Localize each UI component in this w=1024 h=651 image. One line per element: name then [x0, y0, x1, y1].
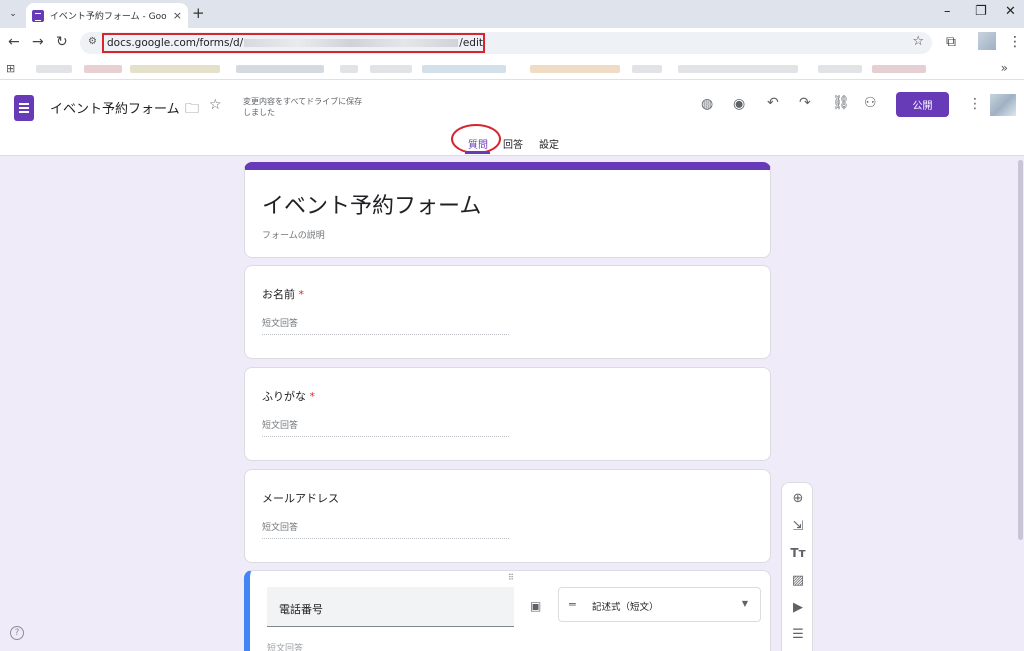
add-collaborator-icon[interactable]: ⚇ [864, 95, 877, 111]
apps-grid-icon[interactable]: ⊞ [6, 62, 15, 75]
document-title[interactable]: イベント予約フォーム [50, 98, 180, 117]
account-avatar[interactable] [990, 94, 1016, 116]
question-label: ふりがな * [262, 388, 315, 404]
tab-title: イベント予約フォーム - Google フォ [49, 12, 167, 22]
bookmark-item[interactable] [236, 65, 324, 73]
short-answer-placeholder: 短文回答 [267, 644, 304, 651]
window-close-icon[interactable]: ✕ [1005, 4, 1016, 19]
undo-icon[interactable]: ↶ [767, 95, 779, 111]
forward-icon[interactable]: → [32, 34, 44, 50]
floating-toolbar: ⊕ ⇲ Tт ▨ ▶ ☰ [781, 482, 813, 651]
add-question-icon[interactable]: ⊕ [790, 491, 806, 506]
link-icon[interactable]: ⛓ [832, 95, 850, 111]
reload-icon[interactable]: ↻ [56, 34, 68, 50]
form-title-card[interactable]: イベント予約フォーム フォームの説明 [244, 162, 771, 258]
chevron-down-icon: ⌄ [9, 9, 17, 19]
star-icon[interactable]: ☆ [209, 97, 222, 113]
omnibox[interactable]: ⚙ docs.google.com/forms/d/ /edit ☆ [80, 32, 932, 54]
forms-favicon-icon [32, 9, 44, 22]
active-tab-indicator [465, 151, 490, 154]
bookmark-star-icon[interactable]: ☆ [912, 34, 924, 49]
form-title[interactable]: イベント予約フォーム [262, 188, 481, 220]
bookmark-item[interactable] [370, 65, 412, 73]
add-video-icon[interactable]: ▶ [790, 600, 806, 615]
tab-settings[interactable]: 設定 [539, 136, 559, 151]
bookmark-item[interactable] [818, 65, 862, 73]
bookmark-item[interactable] [530, 65, 620, 73]
close-icon[interactable]: × [173, 9, 182, 22]
question-type-label: 記述式（短文） [592, 602, 659, 613]
redo-icon[interactable]: ↷ [799, 95, 811, 111]
tab-questions[interactable]: 質問 [468, 136, 488, 151]
tab-search-button[interactable]: ⌄ [4, 5, 22, 23]
short-text-icon: ═ [569, 598, 576, 611]
question-type-select[interactable]: ═ 記述式（短文） ▼ [558, 587, 761, 622]
new-tab-button[interactable]: + [192, 4, 205, 22]
bookmark-item[interactable] [632, 65, 662, 73]
save-status: 変更内容をすべてドライブに保存しました [243, 97, 363, 117]
back-icon[interactable]: ← [8, 34, 20, 50]
browser-tab-strip: ⌄ イベント予約フォーム - Google フォ × + – ❐ ✕ [0, 0, 1024, 28]
restore-icon[interactable]: ❐ [975, 4, 987, 19]
import-questions-icon[interactable]: ⇲ [790, 519, 806, 534]
dropdown-arrow-icon: ▼ [741, 599, 748, 608]
question-card[interactable]: お名前 * 短文回答 [244, 265, 771, 359]
question-label: メールアドレス [262, 492, 339, 505]
url-redacted [244, 39, 459, 47]
url-highlight-box: docs.google.com/forms/d/ /edit [102, 33, 485, 53]
preview-icon[interactable]: ◉ [733, 96, 745, 112]
address-bar-row: ← → ↻ ⚙ docs.google.com/forms/d/ /edit ☆… [0, 28, 1024, 58]
bookmark-item[interactable] [84, 65, 122, 73]
extensions-icon[interactable]: ⧉ [946, 34, 956, 50]
site-info-icon[interactable]: ⚙ [88, 36, 97, 47]
browser-tab[interactable]: イベント予約フォーム - Google フォ × [26, 3, 188, 28]
question-label: お名前 * [262, 286, 304, 302]
bookmark-item[interactable] [422, 65, 506, 73]
bookmarks-bar: ⊞ » [0, 58, 1024, 80]
tab-responses[interactable]: 回答 [503, 136, 523, 151]
google-forms-logo-icon[interactable] [14, 95, 34, 121]
drag-handle-icon[interactable]: ⠿ [508, 573, 515, 582]
add-title-icon[interactable]: Tт [790, 546, 806, 560]
question-card[interactable]: メールアドレス 短文回答 [244, 469, 771, 563]
bookmarks-overflow-icon[interactable]: » [1001, 61, 1008, 75]
profile-avatar[interactable] [978, 32, 996, 50]
publish-button[interactable]: 公開 [896, 92, 949, 117]
required-mark: * [298, 288, 305, 301]
form-tabs: 質問 回答 設定 [0, 124, 1024, 154]
short-answer-placeholder: 短文回答 [262, 418, 509, 437]
required-mark: * [309, 390, 316, 403]
question-text: お名前 [262, 288, 295, 301]
browser-menu-icon[interactable]: ⋮ [1008, 34, 1022, 50]
add-section-icon[interactable]: ☰ [790, 627, 806, 642]
more-icon[interactable]: ⋮ [968, 96, 982, 112]
short-answer-placeholder: 短文回答 [262, 520, 509, 539]
add-image-icon[interactable]: ▣ [530, 599, 541, 613]
bookmark-item[interactable] [340, 65, 358, 73]
question-title-input[interactable]: 電話番号 [267, 587, 514, 627]
minimize-icon[interactable]: – [944, 4, 951, 19]
help-icon[interactable]: ? [10, 626, 24, 640]
add-image-icon[interactable]: ▨ [790, 573, 806, 588]
question-card[interactable]: ふりがな * 短文回答 [244, 367, 771, 461]
active-question-card[interactable]: ⠿ 電話番号 ▣ ═ 記述式（短文） ▼ 短文回答 [244, 570, 771, 651]
page-scrollbar[interactable] [1018, 160, 1023, 540]
bookmark-item[interactable] [130, 65, 220, 73]
question-text: ふりがな [262, 390, 306, 403]
form-description-field[interactable]: フォームの説明 [262, 228, 325, 241]
folder-icon[interactable]: 🗀 [185, 98, 199, 122]
bookmark-item[interactable] [678, 65, 798, 73]
bookmark-item[interactable] [872, 65, 926, 73]
palette-icon[interactable]: ◍ [701, 96, 713, 112]
short-answer-placeholder: 短文回答 [262, 316, 509, 335]
url-prefix: docs.google.com/forms/d/ [107, 37, 244, 49]
url-suffix: /edit [459, 37, 483, 49]
bookmark-item[interactable] [36, 65, 72, 73]
forms-app-bar: イベント予約フォーム 🗀 ☆ 変更内容をすべてドライブに保存しました ◍ ◉ ↶… [0, 80, 1024, 156]
